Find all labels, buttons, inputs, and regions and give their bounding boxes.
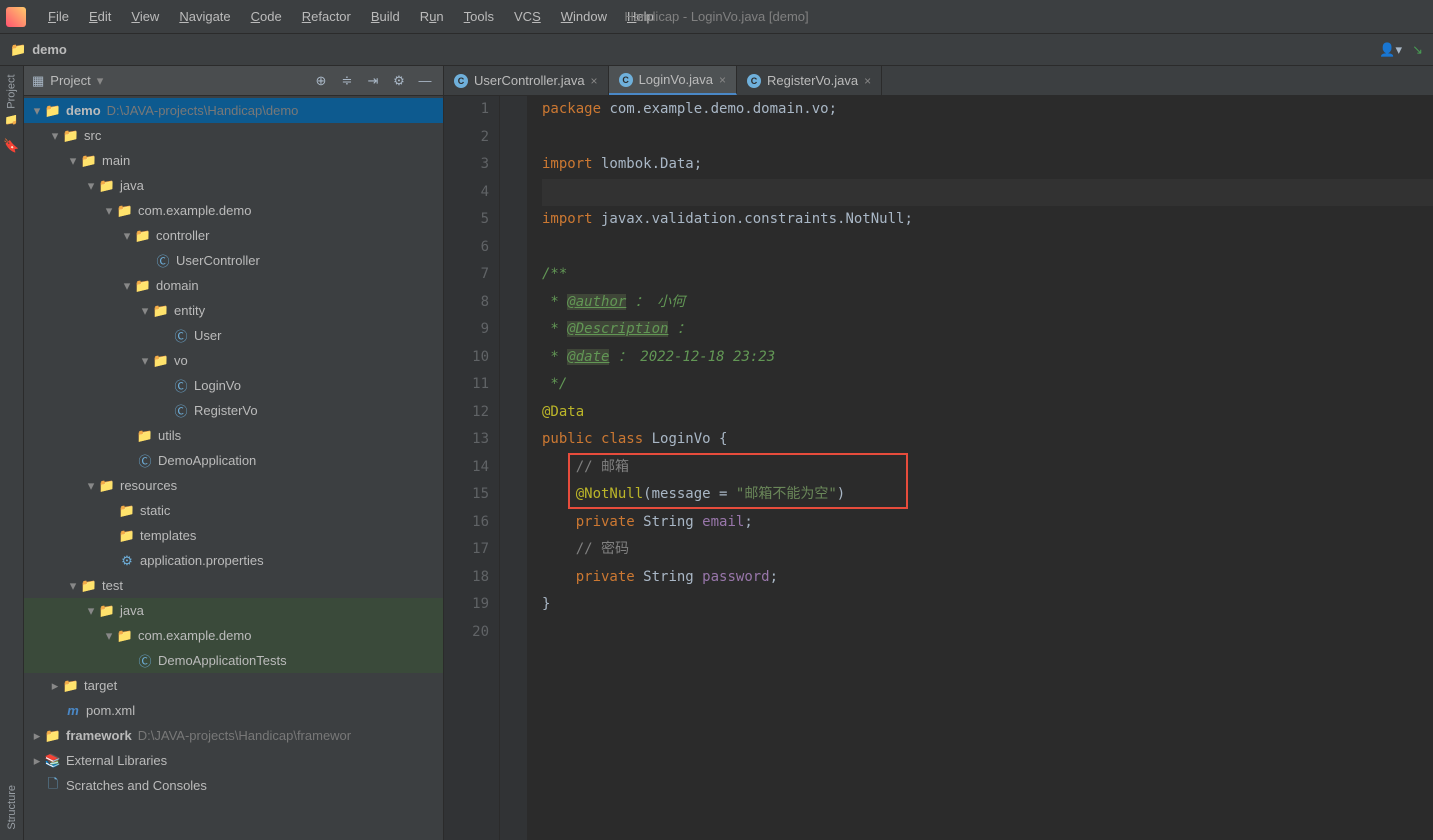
code-editor[interactable]: 1 2 3 4 5 6 7 8 9 10 11 12 13 14 15 16 1… <box>444 96 1433 840</box>
menu-bar: FFileile Edit View Navigate Code Refacto… <box>0 0 1433 34</box>
tree-templates[interactable]: 📁templates <box>24 523 443 548</box>
tree-src[interactable]: 📁src <box>24 123 443 148</box>
tree-utils[interactable]: 📁utils <box>24 423 443 448</box>
code-content[interactable]: package com.example.demo.domain.vo; impo… <box>528 96 1433 840</box>
tree-controller[interactable]: 📁controller <box>24 223 443 248</box>
gutter-marks <box>500 96 528 840</box>
window-title: Handicap - LoginVo.java [demo] <box>624 9 808 24</box>
project-header: ▦ Project ▾ ⊕ ≑ ⇥ ⚙ — <box>24 66 443 96</box>
tree-extlibs[interactable]: 📚External Libraries <box>24 748 443 773</box>
tree-scratches[interactable]: 🗋Scratches and Consoles <box>24 773 443 798</box>
tree-vo[interactable]: 📁vo <box>24 348 443 373</box>
bookmark-icon[interactable]: 🔖 <box>3 138 19 154</box>
tree-pom[interactable]: mpom.xml <box>24 698 443 723</box>
tree-target[interactable]: 📁target <box>24 673 443 698</box>
tool-project-label[interactable]: 📁 Project <box>5 74 18 126</box>
menu-file[interactable]: FFileile <box>38 5 79 28</box>
tree-registervo[interactable]: ⒸRegisterVo <box>24 398 443 423</box>
editor-area: C UserController.java × C LoginVo.java ×… <box>444 66 1433 840</box>
menu-refactor[interactable]: Refactor <box>292 5 361 28</box>
menu-edit[interactable]: Edit <box>79 5 121 28</box>
project-tree[interactable]: 📁 demo D:\JAVA-projects\Handicap\demo 📁s… <box>24 96 443 840</box>
tree-appprops[interactable]: ⚙application.properties <box>24 548 443 573</box>
collapse-icon[interactable]: ⇥ <box>363 73 383 89</box>
menu-navigate[interactable]: Navigate <box>169 5 240 28</box>
tree-user[interactable]: ⒸUser <box>24 323 443 348</box>
project-header-label[interactable]: Project <box>50 73 90 88</box>
user-icon[interactable]: 👤▾ <box>1379 42 1402 58</box>
project-view-icon: ▦ <box>32 73 44 89</box>
tab-loginvo[interactable]: C LoginVo.java × <box>609 66 737 95</box>
expand-icon[interactable]: ≑ <box>337 73 357 89</box>
tree-demoapp[interactable]: ⒸDemoApplication <box>24 448 443 473</box>
build-icon[interactable]: ↘ <box>1412 42 1423 58</box>
menu-view[interactable]: View <box>121 5 169 28</box>
tree-framework[interactable]: 📁 framework D:\JAVA-projects\Handicap\fr… <box>24 723 443 748</box>
tree-entity[interactable]: 📁entity <box>24 298 443 323</box>
hide-icon[interactable]: — <box>415 73 435 88</box>
tree-loginvo[interactable]: ⒸLoginVo <box>24 373 443 398</box>
folder-icon: 📁 <box>10 42 26 58</box>
line-gutter: 1 2 3 4 5 6 7 8 9 10 11 12 13 14 15 16 1… <box>444 96 500 840</box>
class-icon: C <box>747 74 761 88</box>
tree-test[interactable]: 📁test <box>24 573 443 598</box>
menu-tools[interactable]: Tools <box>454 5 504 28</box>
tree-test-java[interactable]: 📁java <box>24 598 443 623</box>
breadcrumb-root[interactable]: demo <box>32 42 67 57</box>
tree-main[interactable]: 📁main <box>24 148 443 173</box>
dropdown-icon[interactable]: ▾ <box>97 73 104 89</box>
menu-window[interactable]: Window <box>551 5 617 28</box>
nav-bar: 📁 demo 👤▾ ↘ <box>0 34 1433 66</box>
tree-static[interactable]: 📁static <box>24 498 443 523</box>
tree-pkg[interactable]: 📁com.example.demo <box>24 198 443 223</box>
close-icon[interactable]: × <box>591 74 598 88</box>
menu-vcs[interactable]: VCS <box>504 5 551 28</box>
left-tool-rail: 📁 Project 🔖 Structure <box>0 66 24 840</box>
tree-usercontroller[interactable]: ⒸUserController <box>24 248 443 273</box>
tree-java[interactable]: 📁java <box>24 173 443 198</box>
close-icon[interactable]: × <box>864 74 871 88</box>
editor-tabs: C UserController.java × C LoginVo.java ×… <box>444 66 1433 96</box>
close-icon[interactable]: × <box>719 73 726 87</box>
tree-resources[interactable]: 📁resources <box>24 473 443 498</box>
tree-test-pkg[interactable]: 📁com.example.demo <box>24 623 443 648</box>
locate-icon[interactable]: ⊕ <box>311 73 331 89</box>
menu-code[interactable]: Code <box>241 5 292 28</box>
tab-usercontroller[interactable]: C UserController.java × <box>444 66 609 95</box>
class-icon: C <box>454 74 468 88</box>
class-icon: C <box>619 73 633 87</box>
tree-demo[interactable]: 📁 demo D:\JAVA-projects\Handicap\demo <box>24 98 443 123</box>
app-logo-icon <box>6 7 26 27</box>
tree-demoapptests[interactable]: ⒸDemoApplicationTests <box>24 648 443 673</box>
gear-icon[interactable]: ⚙ <box>389 73 409 89</box>
project-panel: ▦ Project ▾ ⊕ ≑ ⇥ ⚙ — 📁 demo D:\JAVA-pro… <box>24 66 444 840</box>
menu-build[interactable]: Build <box>361 5 410 28</box>
tab-registervo[interactable]: C RegisterVo.java × <box>737 66 882 95</box>
tool-structure-label[interactable]: Structure <box>6 785 18 830</box>
menu-run[interactable]: Run <box>410 5 454 28</box>
tree-domain[interactable]: 📁domain <box>24 273 443 298</box>
